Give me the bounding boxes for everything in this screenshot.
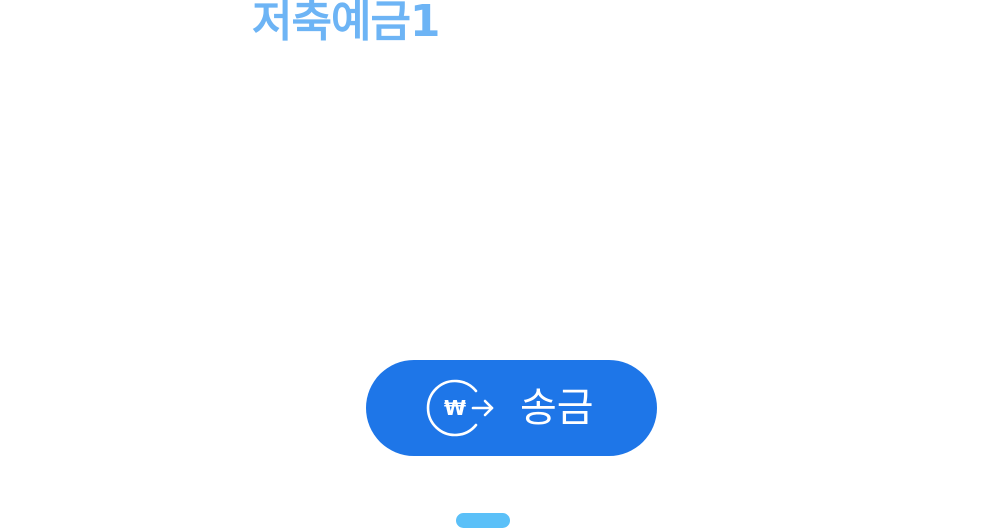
page-indicator[interactable] <box>456 513 510 528</box>
account-title: 저축예금1 <box>252 0 441 47</box>
account-card: 저축예금1 ₩ 송금 <box>0 0 1005 528</box>
won-transfer-icon: ₩ <box>426 379 494 437</box>
transfer-button-label: 송금 <box>520 385 594 431</box>
transfer-button[interactable]: ₩ 송금 <box>366 360 657 456</box>
won-symbol: ₩ <box>444 396 466 420</box>
